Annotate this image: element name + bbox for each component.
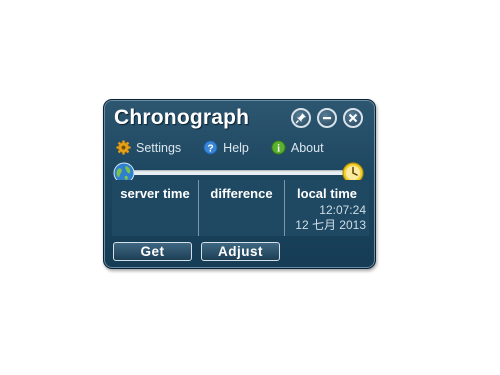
info-icon: i [271,140,286,155]
minimize-icon [323,117,331,120]
menu-bar: Settings ? Help i About [116,140,346,155]
pin-icon [295,113,306,124]
minimize-button[interactable] [317,108,337,128]
server-time-header: server time [120,186,190,201]
menu-about-label: About [290,140,324,155]
help-icon: ? [203,140,218,155]
menu-help-label: Help [223,140,249,155]
adjust-button[interactable]: Adjust [201,242,280,261]
app-title: Chronograph [114,106,250,129]
local-date-value: 12 七月 2013 [295,218,366,232]
time-grid: server time difference local time 12:07:… [112,180,369,236]
server-time-column: server time [112,180,198,236]
local-time-column: local time 12:07:24 12 七月 2013 [284,180,369,236]
menu-item-about[interactable]: i About [271,140,324,155]
close-button[interactable] [343,108,363,128]
local-time-header: local time [297,186,357,201]
local-time-value: 12:07:24 [319,203,366,217]
get-button[interactable]: Get [113,242,192,261]
difference-column: difference [198,180,284,236]
svg-text:i: i [277,143,280,154]
difference-header: difference [210,186,273,201]
time-track [121,170,355,175]
menu-settings-label: Settings [136,140,182,155]
pin-button[interactable] [291,108,311,128]
chronograph-window: Chronograph Settings ? Help i About serv… [103,99,376,269]
close-icon [348,113,358,123]
gear-icon [116,140,131,155]
menu-item-help[interactable]: ? Help [203,140,249,155]
menu-item-settings[interactable]: Settings [116,140,181,155]
svg-text:?: ? [208,143,214,154]
